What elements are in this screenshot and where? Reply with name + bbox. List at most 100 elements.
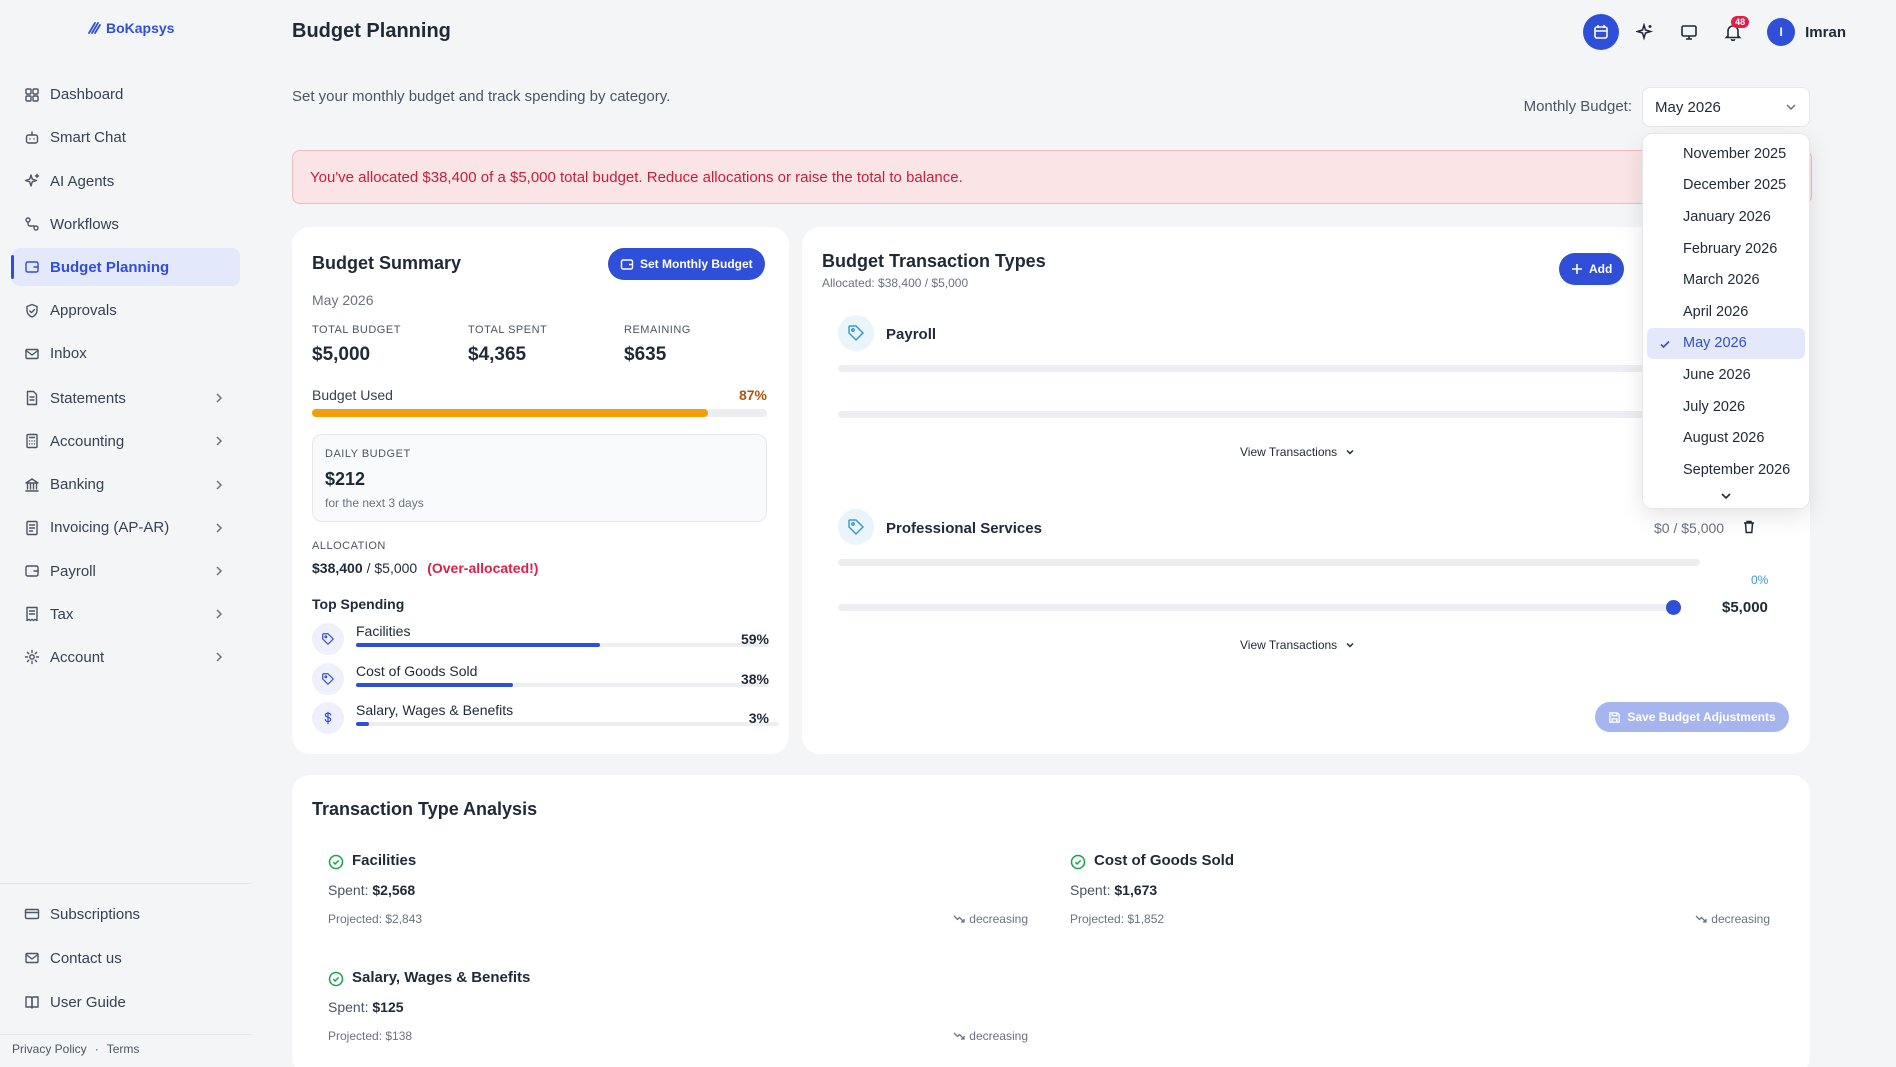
sidebar-item-account[interactable]: Account [12, 638, 240, 676]
month-option-label: September 2026 [1683, 461, 1791, 478]
professional-services-view-transactions[interactable]: View Transactions [1240, 638, 1355, 652]
professional-services-tag-icon [838, 509, 874, 545]
month-option-september-2026[interactable]: September 2026 [1647, 454, 1805, 486]
sidebar-item-ai-agents[interactable]: AI Agents [12, 162, 240, 200]
brand-logo[interactable]: BoKapsys [86, 20, 174, 36]
top-spending-name: Facilities [356, 623, 411, 639]
robot-icon [25, 131, 39, 144]
month-select[interactable]: May 2026 [1642, 87, 1810, 127]
month-option-january-2026[interactable]: January 2026 [1647, 201, 1805, 233]
payroll-slider-track[interactable] [838, 411, 1700, 418]
analysis-spent-label: Spent: [1070, 882, 1111, 898]
month-option-march-2026[interactable]: March 2026 [1647, 264, 1805, 296]
sidebar-item-subscriptions[interactable]: Subscriptions [12, 895, 240, 933]
ai-sparkle-button[interactable] [1627, 14, 1663, 50]
terms-link[interactable]: Terms [107, 1042, 140, 1056]
tag-icon [848, 519, 865, 536]
tag-icon [322, 672, 334, 685]
sidebar-item-label: Dashboard [50, 86, 124, 104]
month-option-may-2026[interactable]: May 2026 [1647, 327, 1805, 360]
sidebar-footer: Privacy Policy · Terms [12, 1042, 139, 1056]
sidebar-item-banking[interactable]: Banking [12, 466, 240, 504]
month-option-november-2025[interactable]: November 2025 [1647, 138, 1805, 170]
month-option-december-2025[interactable]: December 2025 [1647, 170, 1805, 202]
document-icon [26, 390, 38, 406]
card-icon-wrap [24, 906, 40, 922]
sidebar-item-label: Budget Planning [50, 258, 170, 276]
trend-down-icon [953, 1032, 965, 1040]
sidebar-item-smart-chat[interactable]: Smart Chat [12, 119, 240, 157]
sidebar-item-dashboard[interactable]: Dashboard [12, 76, 240, 114]
top-spending-bar [356, 682, 769, 687]
dropdown-scroll-more[interactable] [1643, 486, 1809, 502]
privacy-link[interactable]: Privacy Policy [12, 1042, 87, 1056]
analysis-projected: Projected: $2,843 [328, 912, 423, 926]
analysis-trend: decreasing [953, 1029, 1028, 1043]
tag-icon [848, 325, 865, 342]
monthly-budget-label: Monthly Budget: [1523, 98, 1632, 115]
sidebar-item-statements[interactable]: Statements [12, 379, 240, 417]
user-menu[interactable]: I Imran [1767, 18, 1846, 46]
delete-type-button[interactable] [1741, 519, 1757, 535]
wallet-icon [25, 261, 39, 274]
chevron-right-icon [216, 393, 223, 403]
top-spending-name: Salary, Wages & Benefits [356, 702, 514, 718]
professional-services-slider-track[interactable] [838, 600, 1681, 615]
sidebar-item-label: Inbox [50, 345, 87, 363]
sidebar-item-budget-planning[interactable]: Budget Planning [11, 248, 240, 287]
top-spending-row: Cost of Goods Sold 38% [312, 661, 769, 697]
slider-thumb[interactable] [1666, 600, 1681, 615]
month-option-april-2026[interactable]: April 2026 [1647, 296, 1805, 328]
sidebar-item-label: Tax [50, 605, 74, 623]
shield-check-icon-wrap [24, 303, 40, 319]
month-option-august-2026[interactable]: August 2026 [1647, 422, 1805, 454]
sidebar-item-approvals[interactable]: Approvals [12, 292, 240, 330]
month-option-label: December 2025 [1683, 177, 1787, 194]
trash-icon [1744, 520, 1754, 534]
notifications-button[interactable]: 48 [1715, 14, 1751, 50]
allocation-row: $38,400 / $5,000 (Over-allocated!) [312, 560, 538, 576]
analysis-trend: decreasing [1695, 912, 1770, 926]
remaining-label: REMAINING [624, 324, 691, 336]
month-option-label: April 2026 [1683, 303, 1749, 320]
sidebar-item-label: Accounting [50, 432, 125, 450]
save-budget-adjustments-button[interactable]: Save Budget Adjustments [1595, 702, 1789, 732]
chevron-right-icon [216, 652, 223, 662]
chevron-down-icon [1346, 642, 1354, 648]
professional-services-slider-value: $5,000 [1722, 599, 1768, 616]
month-option-february-2026[interactable]: February 2026 [1647, 233, 1805, 265]
sidebar-item-inbox[interactable]: Inbox [12, 335, 240, 373]
analysis-item-facilities: Facilities Spent: $2,568 Projected: $2,843… [328, 852, 1028, 942]
budget-used-label: Budget Used [312, 387, 393, 403]
sidebar-item-user-guide[interactable]: User Guide [12, 983, 240, 1021]
workflow-icon [25, 217, 39, 231]
add-type-button[interactable]: Add [1559, 253, 1625, 285]
month-option-june-2026[interactable]: June 2026 [1647, 359, 1805, 391]
sidebar-item-label: Payroll [50, 562, 96, 580]
sidebar-item-contact-us[interactable]: Contact us [12, 939, 240, 977]
sidebar-item-tax[interactable]: Tax [12, 595, 240, 633]
over-allocated-warning: (Over-allocated!) [427, 560, 539, 576]
sidebar-item-label: User Guide [50, 993, 126, 1011]
calendar-button[interactable] [1583, 14, 1620, 50]
top-spending-bar [356, 643, 769, 647]
analysis-title: Transaction Type Analysis [312, 799, 538, 819]
display-button[interactable] [1671, 14, 1707, 50]
top-spending-pct: 59% [740, 631, 769, 647]
top-spending-fill [356, 722, 369, 726]
transaction-analysis-card: Transaction Type Analysis Facilities Spen… [292, 775, 1810, 1067]
sidebar-item-invoicing-ap-ar[interactable]: Invoicing (AP-AR) [12, 509, 240, 547]
payroll-view-transactions[interactable]: View Transactions [1240, 445, 1355, 459]
sidebar-item-payroll[interactable]: Payroll [12, 552, 240, 590]
set-monthly-budget-button[interactable]: Set Monthly Budget [608, 248, 765, 280]
type-name-professional-services: Professional Services [886, 520, 1042, 537]
tag-icon-badge [312, 623, 344, 655]
top-actions: 48 I Imran [1583, 14, 1846, 50]
daily-budget-value: $212 [325, 469, 366, 489]
bank-icon-wrap [24, 477, 40, 493]
payroll-progress-bar [838, 365, 1700, 372]
month-option-july-2026[interactable]: July 2026 [1647, 391, 1805, 423]
sidebar-item-accounting[interactable]: Accounting [12, 422, 240, 460]
month-option-label: January 2026 [1683, 208, 1771, 225]
sidebar-item-workflows[interactable]: Workflows [12, 205, 240, 243]
